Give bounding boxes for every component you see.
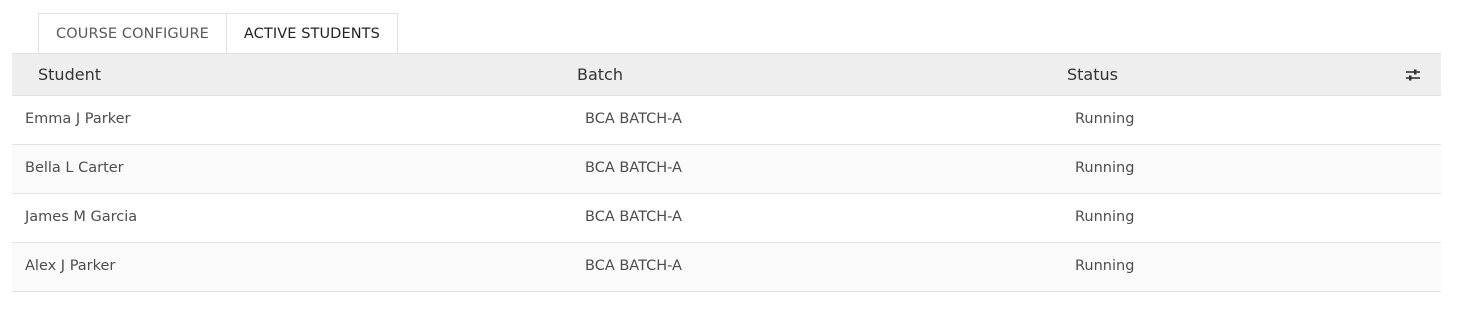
status-cell: Running [1075, 160, 1135, 176]
student-cell: Alex J Parker [25, 258, 116, 274]
student-cell: James M Garcia [25, 209, 138, 225]
tab-course-configure[interactable]: COURSE CONFIGURE [38, 13, 226, 54]
sliders-icon[interactable] [1404, 54, 1422, 96]
table-header: Student Batch Status [12, 53, 1441, 96]
tab-active-students[interactable]: ACTIVE STUDENTS [225, 13, 398, 54]
tab-bar: COURSE CONFIGURE ACTIVE STUDENTS [38, 13, 398, 54]
status-cell: Running [1075, 209, 1135, 225]
student-cell: Bella L Carter [25, 160, 124, 176]
batch-cell: BCA BATCH-A [585, 258, 682, 274]
active-students-table: Student Batch Status Emma J Parker BCA B… [12, 53, 1441, 292]
table-row[interactable]: Emma J Parker BCA BATCH-A Running [12, 96, 1441, 145]
status-cell: Running [1075, 111, 1135, 127]
column-header-student[interactable]: Student [38, 54, 101, 96]
batch-cell: BCA BATCH-A [585, 160, 682, 176]
status-cell: Running [1075, 258, 1135, 274]
student-cell: Emma J Parker [25, 111, 131, 127]
column-header-status[interactable]: Status [1067, 54, 1118, 96]
column-header-batch[interactable]: Batch [577, 54, 623, 96]
batch-cell: BCA BATCH-A [585, 209, 682, 225]
batch-cell: BCA BATCH-A [585, 111, 682, 127]
table-row[interactable]: James M Garcia BCA BATCH-A Running [12, 194, 1441, 243]
table-row[interactable]: Alex J Parker BCA BATCH-A Running [12, 243, 1441, 292]
table-row[interactable]: Bella L Carter BCA BATCH-A Running [12, 145, 1441, 194]
